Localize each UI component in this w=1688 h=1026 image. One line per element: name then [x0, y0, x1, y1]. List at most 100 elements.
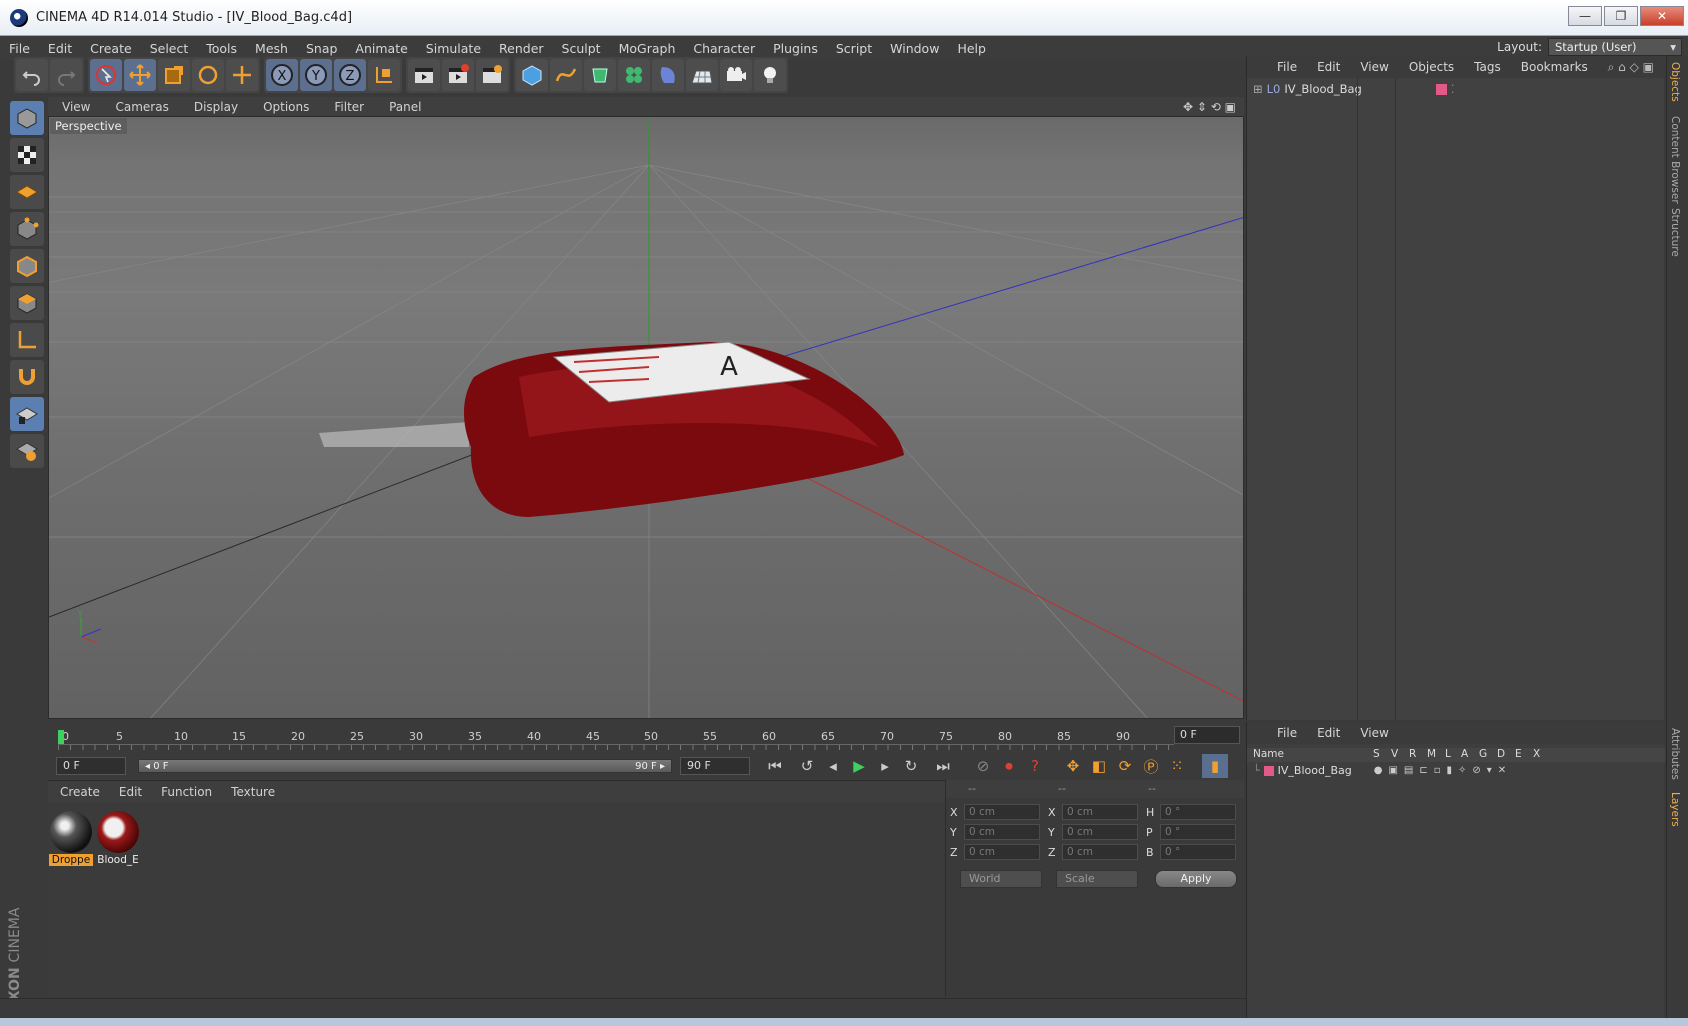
rotation-p-field[interactable]: 0 ° — [1160, 824, 1236, 840]
menu-select[interactable]: Select — [141, 41, 198, 56]
menu-window[interactable]: Window — [881, 41, 948, 56]
coord-size-mode-dropdown[interactable]: Scale — [1056, 870, 1138, 888]
coord-mode-dropdown[interactable]: World — [960, 870, 1042, 888]
locked-workplane-icon[interactable] — [10, 434, 44, 468]
start-frame-field[interactable]: 0 F — [56, 757, 126, 775]
texture-mode-icon[interactable] — [10, 138, 44, 172]
position-z-field[interactable]: 0 cm — [964, 844, 1040, 860]
viewport-perspective[interactable]: A y Perspective — [48, 116, 1244, 719]
viewport-menu-view[interactable]: View — [48, 100, 101, 114]
layer-color-swatch[interactable] — [1263, 765, 1274, 776]
material-swatch[interactable]: Droppe — [49, 811, 93, 867]
menu-animate[interactable]: Animate — [346, 41, 416, 56]
step-back-icon[interactable]: ◂ — [820, 754, 846, 778]
viewport-menu-display[interactable]: Display — [180, 100, 249, 114]
redo-icon[interactable] — [50, 59, 82, 91]
tab-structure[interactable]: Structure — [1669, 208, 1681, 257]
render-picture-viewer-icon[interactable] — [442, 59, 474, 91]
select-icon[interactable] — [90, 59, 122, 91]
key-pla-icon[interactable]: ⁙ — [1164, 754, 1190, 778]
tab-attributes[interactable]: Attributes — [1669, 728, 1681, 780]
viewport-nav-icons[interactable]: ✥ ⇕ ⟲ ▣ — [1183, 100, 1236, 114]
viewport-menu-options[interactable]: Options — [249, 100, 320, 114]
layer-toggle-icons[interactable]: ●▣▤⊏▫▮✧⊘▾✕ — [1374, 765, 1512, 776]
objects-search-icon[interactable]: ⌕ ⌂ ◇ ▣ — [1608, 60, 1654, 75]
menu-render[interactable]: Render — [490, 41, 553, 56]
size-z-field[interactable]: 0 cm — [1062, 844, 1138, 860]
end-frame-field[interactable]: 90 F — [680, 757, 750, 775]
nurbs-icon[interactable] — [584, 59, 616, 91]
menu-mesh[interactable]: Mesh — [246, 41, 297, 56]
tab-layers[interactable]: Layers — [1669, 792, 1681, 827]
layout-dropdown[interactable]: Startup (User) — [1548, 38, 1682, 56]
polygons-mode-icon[interactable] — [10, 286, 44, 320]
size-x-field[interactable]: 0 cm — [1062, 804, 1138, 820]
layers-menu-edit[interactable]: Edit — [1307, 726, 1350, 740]
cube-icon[interactable] — [516, 59, 548, 91]
rotate-icon[interactable] — [192, 59, 224, 91]
render-view-icon[interactable] — [408, 59, 440, 91]
step-forward-icon[interactable]: ▸ — [872, 754, 898, 778]
render-settings-icon[interactable] — [476, 59, 508, 91]
timeline-layout-icon[interactable]: ▮ — [1202, 754, 1228, 778]
layer-row[interactable]: └ IV_Blood_Bag ●▣▤⊏▫▮✧⊘▾✕ — [1253, 764, 1512, 777]
menu-character[interactable]: Character — [684, 41, 764, 56]
expand-icon[interactable]: ⊞ — [1253, 82, 1263, 96]
position-y-field[interactable]: 0 cm — [964, 824, 1040, 840]
visibility-dots-icon[interactable]: ⁚ — [1451, 82, 1455, 96]
range-slider[interactable]: ◂ 0 F 90 F ▸ — [138, 759, 672, 773]
array-icon[interactable] — [618, 59, 650, 91]
menu-mograph[interactable]: MoGraph — [610, 41, 685, 56]
goto-end-icon[interactable]: ⏭ — [930, 754, 956, 778]
layers-menu-view[interactable]: View — [1350, 726, 1398, 740]
z-axis-icon[interactable]: Z — [334, 59, 366, 91]
spline-icon[interactable] — [550, 59, 582, 91]
close-button[interactable]: ✕ — [1640, 6, 1684, 26]
position-x-field[interactable]: 0 cm — [964, 804, 1040, 820]
light-icon[interactable] — [754, 59, 786, 91]
edges-mode-icon[interactable] — [10, 249, 44, 283]
menu-create[interactable]: Create — [81, 41, 141, 56]
axis-mode-icon[interactable] — [10, 323, 44, 357]
objects-menu-edit[interactable]: Edit — [1307, 60, 1350, 74]
layer-color-tag[interactable] — [1435, 83, 1447, 95]
add-icon[interactable] — [226, 59, 258, 91]
move-icon[interactable] — [124, 59, 156, 91]
timeline-ruler[interactable]: 0 5 10 15 20 25 30 35 40 45 50 55 60 65 … — [48, 722, 1244, 750]
y-axis-icon[interactable]: Y — [300, 59, 332, 91]
rotation-b-field[interactable]: 0 ° — [1160, 844, 1236, 860]
workplane-icon[interactable] — [10, 175, 44, 209]
motion-path-icon[interactable]: ⊘ — [970, 754, 996, 778]
menu-tools[interactable]: Tools — [197, 41, 246, 56]
menu-help[interactable]: Help — [948, 41, 995, 56]
apply-button[interactable]: Apply — [1155, 870, 1237, 888]
current-frame-field[interactable]: 0 F — [1174, 726, 1240, 744]
key-param-icon[interactable]: Ⓟ — [1138, 754, 1164, 778]
menu-snap[interactable]: Snap — [297, 41, 346, 56]
menu-sculpt[interactable]: Sculpt — [553, 41, 610, 56]
objects-menu-objects[interactable]: Objects — [1399, 60, 1464, 74]
x-axis-icon[interactable]: X — [266, 59, 298, 91]
menu-file[interactable]: File — [0, 41, 39, 56]
material-menu-texture[interactable]: Texture — [219, 785, 282, 799]
viewport-menu-filter[interactable]: Filter — [320, 100, 375, 114]
record-icon[interactable]: ⏺ — [996, 754, 1022, 778]
camera-icon[interactable] — [720, 59, 752, 91]
deformer-icon[interactable] — [652, 59, 684, 91]
menu-edit[interactable]: Edit — [39, 41, 81, 56]
rotation-h-field[interactable]: 0 ° — [1160, 804, 1236, 820]
material-menu-edit[interactable]: Edit — [107, 785, 149, 799]
objects-menu-tags[interactable]: Tags — [1464, 60, 1511, 74]
menu-script[interactable]: Script — [827, 41, 881, 56]
maximize-button[interactable]: ❐ — [1604, 6, 1638, 26]
next-key-icon[interactable]: ↻ — [898, 754, 924, 778]
goto-start-icon[interactable]: ⏮ — [762, 754, 788, 778]
layers-menu-file[interactable]: File — [1267, 726, 1307, 740]
key-rotation-icon[interactable]: ⟳ — [1112, 754, 1138, 778]
viewport-menu-cameras[interactable]: Cameras — [101, 100, 179, 114]
key-position-icon[interactable]: ✥ — [1060, 754, 1086, 778]
tab-content-browser[interactable]: Content Browser — [1669, 116, 1681, 204]
scale-icon[interactable] — [158, 59, 190, 91]
key-scale-icon[interactable]: ◧ — [1086, 754, 1112, 778]
material-menu-function[interactable]: Function — [149, 785, 219, 799]
